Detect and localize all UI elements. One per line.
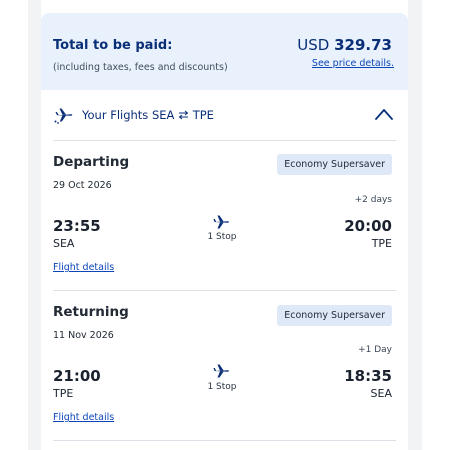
arrival-airport: TPE	[371, 237, 392, 250]
stops-count: 1 Stop	[207, 232, 237, 242]
leg-date: 11 Nov 2026	[53, 330, 114, 341]
arrival-airport: SEA	[370, 387, 392, 400]
page-gutter-left	[28, 0, 41, 450]
currency-code: USD	[297, 36, 330, 54]
leg-date: 29 Oct 2026	[53, 180, 112, 191]
origin-code: SEA	[151, 108, 175, 122]
booking-summary-card: Total to be paid: (including taxes, fees…	[41, 13, 408, 450]
arrival-time: 20:00	[344, 217, 392, 235]
total-label: Total to be paid:	[53, 38, 173, 53]
page-gutter-right	[408, 0, 422, 450]
your-flights-prefix: Your Flights	[82, 108, 149, 122]
flight-details-link[interactable]: Flight details	[53, 262, 114, 273]
airplane-icon	[213, 214, 231, 230]
total-amount: USD 329.73	[297, 36, 392, 54]
departure-time: 21:00	[53, 367, 101, 385]
your-flights-header[interactable]: Your Flights SEA TPE	[41, 100, 408, 140]
see-price-details-link[interactable]: See price details.	[312, 58, 394, 69]
your-flights-title: Your Flights SEA TPE	[82, 108, 214, 122]
divider	[53, 440, 396, 441]
leg-title: Departing	[53, 154, 130, 170]
departure-airport: SEA	[53, 237, 75, 250]
cabin-class-badge: Economy Supersaver	[277, 154, 392, 175]
leg-title: Returning	[53, 304, 129, 320]
page: Total to be paid: (including taxes, fees…	[0, 0, 450, 450]
total-price-panel: Total to be paid: (including taxes, fees…	[41, 13, 408, 90]
stops-count: 1 Stop	[207, 382, 237, 392]
chevron-up-icon[interactable]	[374, 106, 394, 120]
divider	[53, 290, 396, 291]
cabin-class-badge: Economy Supersaver	[277, 305, 392, 326]
total-sublabel: (including taxes, fees and discounts)	[53, 62, 228, 73]
departure-airport: TPE	[53, 387, 74, 400]
divider	[53, 140, 396, 141]
airplane-icon	[213, 363, 231, 379]
amount-value: 329.73	[334, 36, 392, 54]
day-offset: +2 days	[354, 195, 392, 205]
arrival-time: 18:35	[344, 367, 392, 385]
round-trip-arrows-icon	[178, 108, 193, 122]
destination-code: TPE	[192, 108, 214, 122]
airplane-icon	[54, 105, 74, 125]
day-offset: +1 Day	[358, 345, 392, 355]
departure-time: 23:55	[53, 217, 101, 235]
flight-details-link[interactable]: Flight details	[53, 412, 114, 423]
